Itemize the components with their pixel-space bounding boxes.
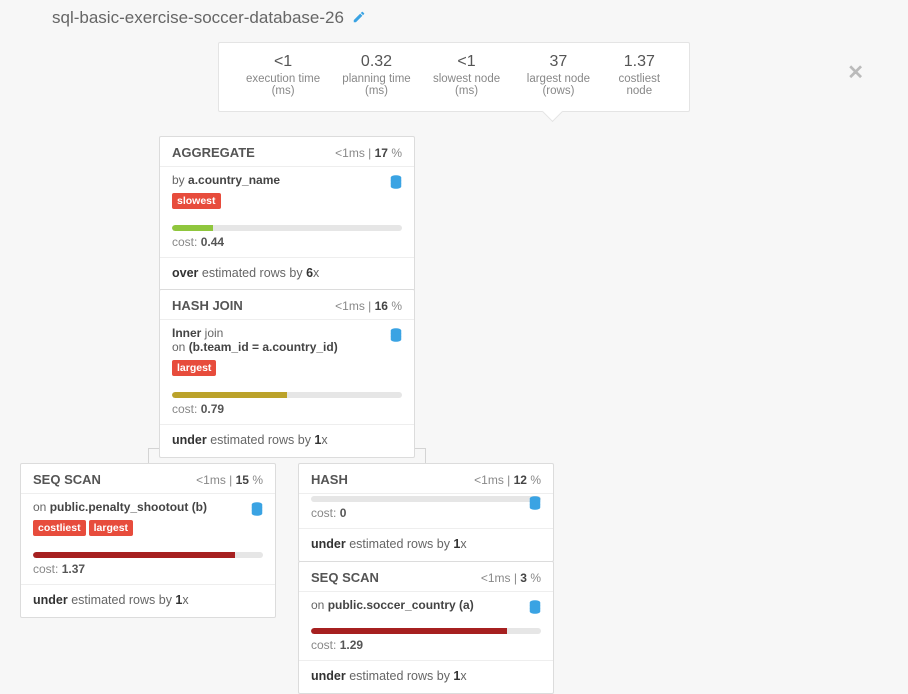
node-meta: <1ms | 16 % (335, 299, 402, 313)
node-detail: Inner join (172, 326, 402, 340)
stat-label: costliest node (606, 73, 673, 97)
node-body: by a.country_name slowest (160, 167, 414, 217)
plan-canvas: AGGREGATE <1ms | 17 % by a.country_name … (0, 136, 908, 676)
stat-val: <1 (235, 53, 331, 71)
estimate-line: under estimated rows by 1x (299, 661, 553, 693)
database-icon[interactable] (251, 502, 263, 516)
database-icon[interactable] (529, 496, 541, 510)
node-detail: on public.soccer_country (a) (311, 598, 541, 612)
badges: costliest largest (33, 520, 263, 536)
node-meta: <1ms | 15 % (196, 473, 263, 487)
title-row: sql-basic-exercise-soccer-database-26 (0, 0, 908, 30)
node-meta: <1ms | 3 % (481, 571, 541, 585)
estimate-line: over estimated rows by 6x (160, 258, 414, 290)
node-body (299, 494, 553, 496)
node-head: HASH JOIN <1ms | 16 % (160, 290, 414, 320)
node-title: SEQ SCAN (33, 472, 101, 487)
node-title: AGGREGATE (172, 145, 255, 160)
node-head: AGGREGATE <1ms | 17 % (160, 137, 414, 167)
edit-icon[interactable] (352, 10, 366, 27)
cost-line: cost: 1.37 (21, 558, 275, 585)
database-icon[interactable] (529, 600, 541, 614)
plan-node-hash[interactable]: HASH <1ms | 12 % cost: 0 under estimated… (298, 463, 554, 562)
node-meta: <1ms | 12 % (474, 473, 541, 487)
estimate-line: under estimated rows by 1x (160, 425, 414, 457)
node-head: SEQ SCAN <1ms | 15 % (21, 464, 275, 494)
stat-label: largest node (rows) (511, 73, 605, 97)
node-title: HASH JOIN (172, 298, 243, 313)
node-body: Inner join on (b.team_id = a.country_id)… (160, 320, 414, 384)
stat-execution-time: <1 execution time (ms) (235, 53, 331, 97)
node-detail: by a.country_name (172, 173, 402, 187)
cost-line: cost: 1.29 (299, 634, 553, 661)
estimate-line: under estimated rows by 1x (21, 585, 275, 617)
badges: largest (172, 360, 402, 376)
badge-largest: largest (89, 520, 133, 536)
database-icon[interactable] (390, 328, 402, 342)
stats-bar: <1 execution time (ms) 0.32 planning tim… (218, 42, 690, 112)
stat-costliest-node: 1.37 costliest node (606, 53, 673, 97)
node-body: on public.penalty_shootout (b) costliest… (21, 494, 275, 544)
page-title: sql-basic-exercise-soccer-database-26 (52, 8, 344, 28)
stat-label: planning time (ms) (331, 73, 422, 97)
badge-slowest: slowest (172, 193, 221, 209)
badge-largest: largest (172, 360, 216, 376)
stat-label: execution time (ms) (235, 73, 331, 97)
estimate-line: under estimated rows by 1x (299, 529, 553, 561)
stat-val: 37 (511, 53, 605, 71)
badge-costliest: costliest (33, 520, 86, 536)
node-meta: <1ms | 17 % (335, 146, 402, 160)
database-icon[interactable] (390, 175, 402, 189)
cost-line: cost: 0.44 (160, 231, 414, 258)
plan-node-hash-join[interactable]: HASH JOIN <1ms | 16 % Inner join on (b.t… (159, 289, 415, 458)
badges: slowest (172, 193, 402, 209)
cost-line: cost: 0 (299, 502, 553, 529)
node-detail: on (b.team_id = a.country_id) (172, 340, 402, 354)
cost-line: cost: 0.79 (160, 398, 414, 425)
stat-slowest-node: <1 slowest node (ms) (422, 53, 511, 97)
close-icon[interactable]: ✕ (847, 60, 864, 85)
stat-val: 0.32 (331, 53, 422, 71)
plan-node-aggregate[interactable]: AGGREGATE <1ms | 17 % by a.country_name … (159, 136, 415, 291)
stat-val: <1 (422, 53, 511, 71)
node-head: SEQ SCAN <1ms | 3 % (299, 562, 553, 592)
stat-label: slowest node (ms) (422, 73, 511, 97)
node-title: HASH (311, 472, 348, 487)
stat-largest-node: 37 largest node (rows) (511, 53, 605, 97)
node-detail: on public.penalty_shootout (b) (33, 500, 263, 514)
node-body: on public.soccer_country (a) (299, 592, 553, 620)
plan-node-seq-scan-penalty[interactable]: SEQ SCAN <1ms | 15 % on public.penalty_s… (20, 463, 276, 618)
plan-node-seq-scan-country[interactable]: SEQ SCAN <1ms | 3 % on public.soccer_cou… (298, 561, 554, 694)
node-head: HASH <1ms | 12 % (299, 464, 553, 494)
stat-planning-time: 0.32 planning time (ms) (331, 53, 422, 97)
stat-val: 1.37 (606, 53, 673, 71)
node-title: SEQ SCAN (311, 570, 379, 585)
